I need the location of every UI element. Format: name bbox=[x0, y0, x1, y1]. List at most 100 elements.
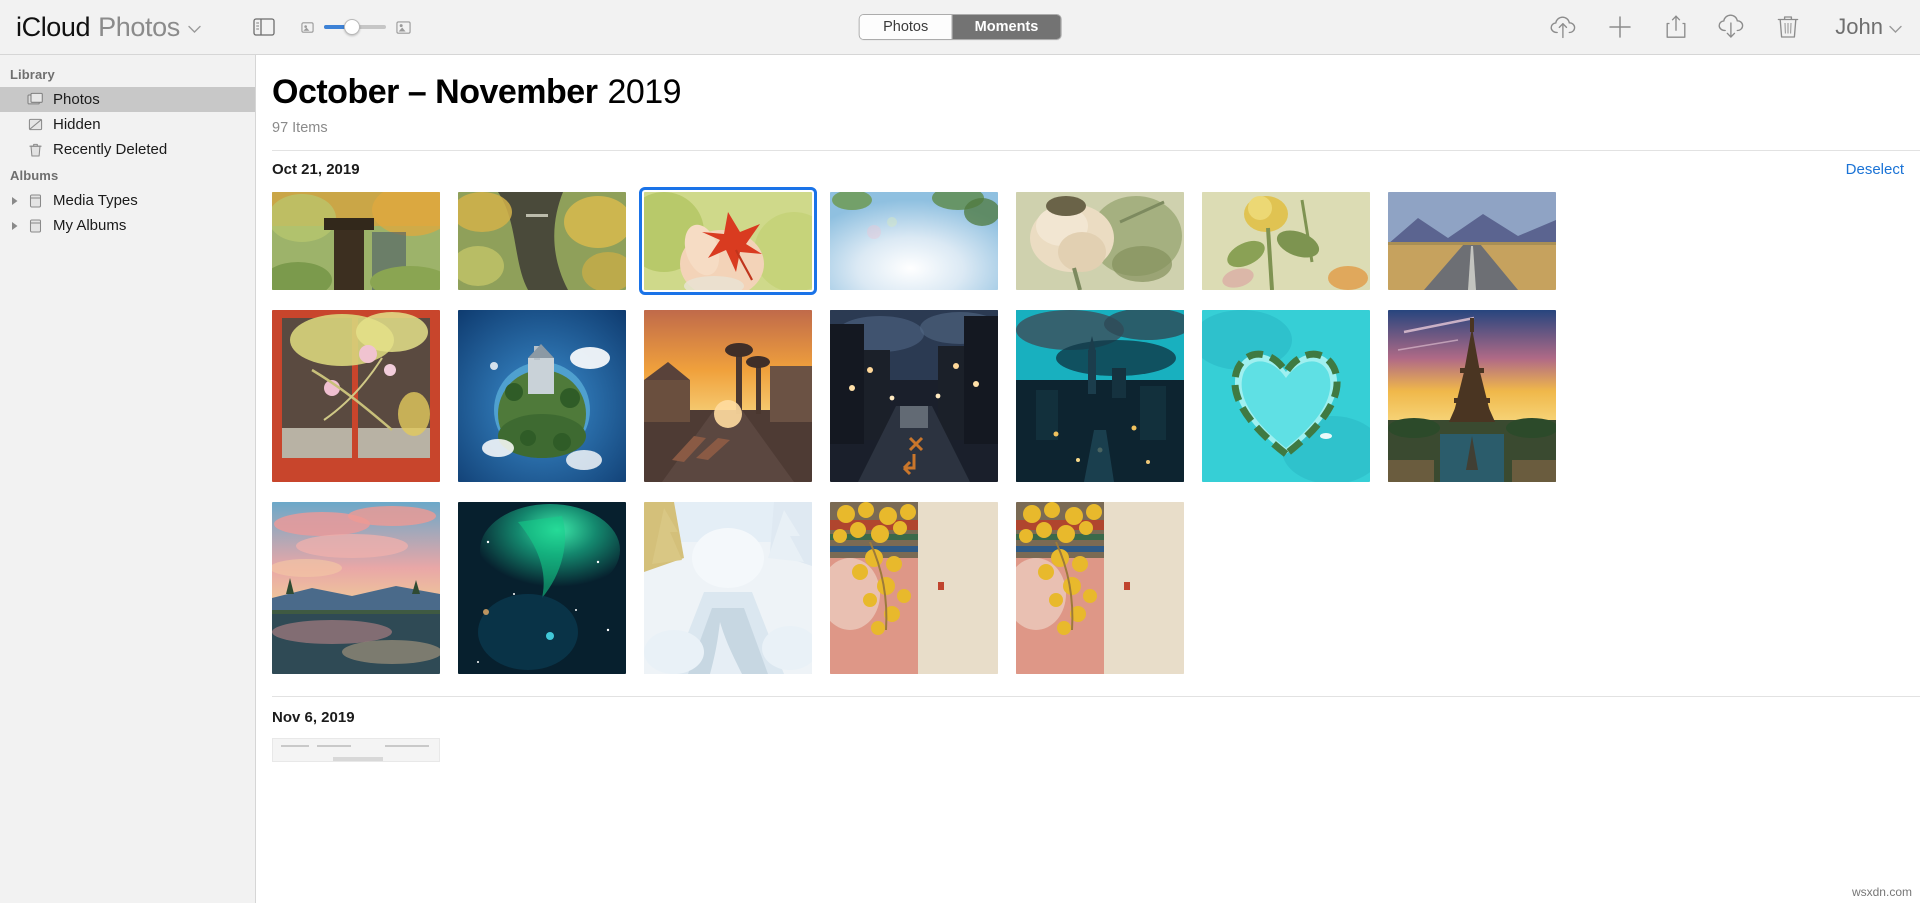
photo-cell[interactable] bbox=[644, 502, 812, 674]
section-date-label: Nov 6, 2019 bbox=[272, 709, 355, 726]
sidebar-group-library-label: Library bbox=[10, 67, 55, 82]
photo-thumbnail-red-maple-leaf-hand[interactable] bbox=[639, 187, 817, 295]
photo-cell[interactable] bbox=[1202, 310, 1370, 482]
app-section-label: Photos bbox=[98, 11, 180, 42]
photo-cell[interactable] bbox=[1388, 310, 1556, 482]
photo-cell[interactable] bbox=[644, 310, 812, 482]
photo-cell[interactable] bbox=[458, 310, 626, 482]
view-mode-segmented-control[interactable]: Photos Moments bbox=[858, 14, 1062, 40]
download-button[interactable] bbox=[1717, 12, 1747, 42]
photo-cell[interactable] bbox=[272, 192, 440, 290]
section-date-label: Oct 21, 2019 bbox=[272, 161, 360, 178]
sidebar-group-albums-label: Albums bbox=[10, 168, 59, 183]
photo-grid-row-1 bbox=[272, 186, 1920, 295]
photo-cell-selected[interactable] bbox=[639, 187, 817, 295]
thumbnail-size-slider[interactable] bbox=[301, 19, 411, 35]
slider-track[interactable] bbox=[323, 19, 386, 35]
thumb-detail-line bbox=[385, 745, 429, 747]
photo-cell[interactable] bbox=[272, 310, 440, 482]
photo-thumbnail-ginkgo-wall-temple-b[interactable] bbox=[1016, 502, 1184, 674]
sidebar-toggle-button[interactable] bbox=[253, 18, 275, 36]
photo-cell[interactable] bbox=[458, 502, 626, 674]
photo-cell[interactable] bbox=[1202, 192, 1370, 290]
sidebar-item-recently-deleted[interactable]: Recently Deleted bbox=[0, 137, 255, 162]
photo-thumbnail-tiny-planet-castle[interactable] bbox=[458, 310, 626, 482]
photo-library-content: October – November 2019 97 Items Oct 21,… bbox=[256, 55, 1920, 903]
large-thumbnail-icon bbox=[396, 20, 411, 35]
app-title[interactable]: iCloud Photos bbox=[16, 12, 201, 43]
thumb-detail-line bbox=[333, 757, 383, 761]
sidebar-item-label: Recently Deleted bbox=[53, 141, 168, 158]
window-body: Library Photos Hidden Recently Deleted A… bbox=[0, 55, 1920, 903]
share-button[interactable] bbox=[1661, 12, 1691, 42]
user-menu-button[interactable]: John bbox=[1835, 14, 1902, 40]
photo-thumbnail-snowy-winter-forest[interactable] bbox=[644, 502, 812, 674]
delete-button[interactable] bbox=[1773, 12, 1803, 42]
deselect-button[interactable]: Deselect bbox=[1846, 161, 1904, 178]
small-thumbnail-icon bbox=[301, 21, 314, 34]
photo-thumbnail-heart-shaped-island[interactable] bbox=[1202, 310, 1370, 482]
toolbar: iCloud Photos Photos Moments John bbox=[0, 0, 1920, 55]
photo-cell[interactable] bbox=[272, 502, 440, 674]
add-button[interactable] bbox=[1605, 12, 1635, 42]
upload-button[interactable] bbox=[1549, 12, 1579, 42]
photo-cell[interactable] bbox=[1016, 310, 1184, 482]
chevron-down-icon[interactable] bbox=[188, 25, 201, 34]
photo-grid-row-4-partial bbox=[272, 738, 1920, 762]
photos-stack-icon bbox=[24, 92, 46, 107]
photo-thumbnail-partial[interactable] bbox=[272, 738, 440, 762]
hidden-icon bbox=[24, 117, 46, 132]
sidebar-item-label: Media Types bbox=[53, 192, 138, 209]
thumb-detail-line bbox=[317, 745, 351, 747]
cloud-upload-icon bbox=[1550, 16, 1576, 39]
page-title: October – November 2019 bbox=[272, 73, 1920, 112]
watermark: wsxdn.com bbox=[1851, 885, 1912, 899]
sidebar-item-hidden[interactable]: Hidden bbox=[0, 112, 255, 137]
photo-thumbnail-teal-city-skyline[interactable] bbox=[1016, 310, 1184, 482]
sidebar-item-label: Hidden bbox=[53, 116, 101, 133]
photo-cell[interactable] bbox=[458, 192, 626, 290]
photo-cell[interactable] bbox=[830, 502, 998, 674]
sidebar-toggle-icon bbox=[253, 18, 275, 36]
photo-cell[interactable] bbox=[1016, 502, 1184, 674]
tab-moments[interactable]: Moments bbox=[951, 15, 1061, 39]
page-title-range: October – November bbox=[272, 73, 598, 111]
toolbar-left-group: iCloud Photos bbox=[0, 12, 411, 43]
photo-thumbnail-desert-highway-road[interactable] bbox=[1388, 192, 1556, 290]
app-brand-label: iCloud bbox=[16, 11, 91, 42]
photo-cell[interactable] bbox=[1388, 192, 1556, 290]
photo-thumbnail-yellow-rose-stem[interactable] bbox=[1202, 192, 1370, 290]
photo-cell[interactable] bbox=[272, 738, 440, 762]
album-icon bbox=[24, 218, 46, 234]
photo-thumbnail-cherry-blossom-window[interactable] bbox=[272, 310, 440, 482]
tab-photos[interactable]: Photos bbox=[859, 15, 952, 39]
sidebar-item-media-types[interactable]: Media Types bbox=[0, 188, 255, 213]
photo-thumbnail-pink-clouds-lake[interactable] bbox=[272, 502, 440, 674]
photo-grid-row-3 bbox=[272, 496, 1920, 674]
album-icon bbox=[24, 193, 46, 209]
photo-thumbnail-aurora-borealis-night[interactable] bbox=[458, 502, 626, 674]
sidebar-item-photos[interactable]: Photos bbox=[0, 87, 255, 112]
share-icon bbox=[1666, 15, 1686, 38]
slider-knob[interactable] bbox=[343, 19, 360, 35]
photo-cell[interactable] bbox=[830, 310, 998, 482]
section-header: Oct 21, 2019 Deselect bbox=[272, 150, 1920, 186]
page-title-year: 2019 bbox=[607, 73, 682, 111]
photo-thumbnail-autumn-wooden-post[interactable] bbox=[272, 192, 440, 290]
photo-thumbnail-eiffel-tower-sunset[interactable] bbox=[1388, 310, 1556, 482]
photo-thumbnail-blue-sky-sun-flare[interactable] bbox=[830, 192, 998, 290]
disclosure-triangle-icon[interactable] bbox=[8, 196, 21, 206]
item-count-label: 97 Items bbox=[272, 120, 328, 136]
sidebar-item-my-albums[interactable]: My Albums bbox=[0, 213, 255, 238]
photo-cell[interactable] bbox=[830, 192, 998, 290]
photo-thumbnail-autumn-ivy-wall[interactable] bbox=[458, 192, 626, 290]
icloud-photos-window: iCloud Photos Photos Moments John Librar… bbox=[0, 0, 1920, 903]
photo-thumbnail-night-city-street[interactable] bbox=[830, 310, 998, 482]
photo-thumbnail-sunset-palm-street[interactable] bbox=[644, 310, 812, 482]
photo-grid-row-2 bbox=[272, 304, 1920, 482]
photo-thumbnail-ginkgo-wall-temple-a[interactable] bbox=[830, 502, 998, 674]
photo-thumbnail-dried-white-rose[interactable] bbox=[1016, 192, 1184, 290]
trash-icon bbox=[1778, 16, 1799, 38]
disclosure-triangle-icon[interactable] bbox=[8, 221, 21, 231]
photo-cell[interactable] bbox=[1016, 192, 1184, 290]
